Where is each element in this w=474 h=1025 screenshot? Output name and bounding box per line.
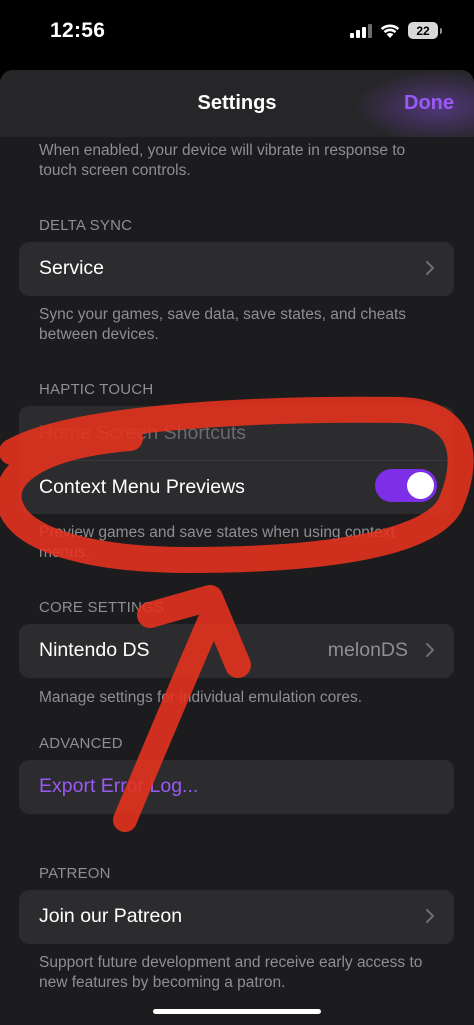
toggle-knob [407, 472, 434, 499]
patreon-footer: Support future development and receive e… [39, 954, 423, 991]
home-indicator [153, 1009, 321, 1014]
home-screen-shortcuts-label[interactable]: Home Screen Shortcuts [39, 422, 246, 445]
status-bar: 12:56 22 [0, 0, 474, 66]
battery-icon: 22 [408, 22, 442, 39]
nintendo-ds-value: melonDS [327, 639, 408, 661]
join-patreon-row[interactable]: Join our Patreon [19, 890, 454, 944]
join-patreon-label: Join our Patreon [39, 905, 183, 927]
advanced-header: ADVANCED [39, 735, 123, 752]
status-time: 12:56 [50, 19, 106, 42]
settings-sheet: Settings Done When enabled, your device … [0, 70, 474, 1025]
core-settings-header: CORE SETTINGS [39, 599, 165, 616]
service-row[interactable]: Service [19, 242, 454, 296]
battery-cap [440, 28, 442, 34]
chevron-right-icon [426, 643, 434, 657]
haptics-footer: When enabled, your device will vibrate i… [39, 142, 406, 179]
haptic-touch-header: HAPTIC TOUCH [39, 381, 154, 398]
wifi-icon [380, 24, 400, 38]
chevron-right-icon [426, 261, 434, 275]
haptic-touch-group: Home Screen Shortcuts Context Menu Previ… [19, 406, 454, 514]
service-label: Service [39, 257, 105, 279]
nav-bar: Settings Done [0, 70, 474, 137]
status-icons: 22 [350, 22, 442, 39]
patreon-header: PATREON [39, 865, 111, 882]
export-error-log-row[interactable]: Export Error Log... [19, 760, 454, 814]
nintendo-ds-row[interactable]: Nintendo DS melonDS [19, 624, 454, 678]
nintendo-ds-label: Nintendo DS [39, 639, 150, 661]
row-divider [58, 460, 454, 461]
delta-sync-footer: Sync your games, save data, save states,… [39, 306, 407, 343]
context-menu-previews-label: Context Menu Previews [39, 476, 245, 498]
battery-level: 22 [416, 23, 430, 38]
done-button[interactable]: Done [404, 92, 454, 115]
cellular-signal-icon [350, 23, 372, 38]
context-menu-previews-toggle[interactable] [375, 469, 437, 502]
core-settings-footer: Manage settings for individual emulation… [39, 689, 363, 706]
page-title: Settings [197, 92, 277, 114]
haptic-touch-footer: Preview games and save states when using… [39, 524, 395, 561]
delta-sync-header: DELTA SYNC [39, 217, 133, 234]
export-error-log-label: Export Error Log... [39, 775, 199, 797]
chevron-right-icon [426, 909, 434, 923]
